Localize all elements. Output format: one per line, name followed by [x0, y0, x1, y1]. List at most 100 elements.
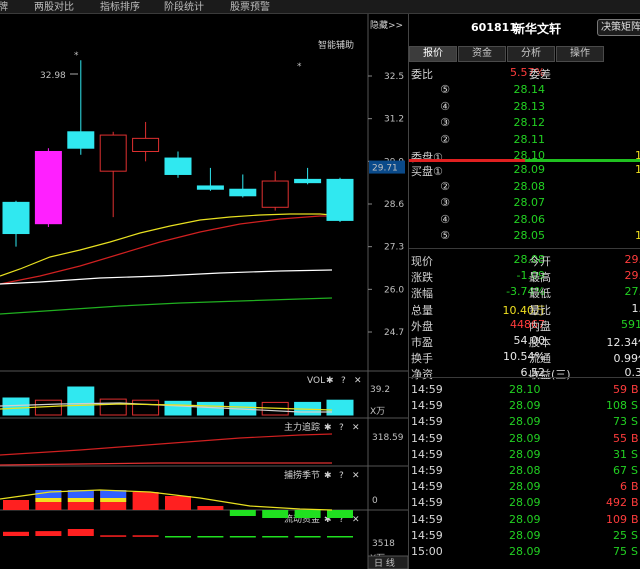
quote-label: 最低	[529, 287, 551, 301]
kline-chart-svg[interactable]: 隐藏>>智能辅助32.531.229.928.627.326.024.729.7…	[0, 14, 408, 569]
tick-row[interactable]: 14:59 28.09 108 S	[409, 398, 640, 414]
vol-axis-value: 39.2	[370, 385, 390, 395]
tick-side: S	[631, 447, 638, 461]
quote-row: 现价28.08今开29.3	[409, 252, 640, 268]
quote-label: 总量	[411, 303, 433, 317]
decision-matrix-button[interactable]: 决策矩阵	[597, 19, 640, 36]
top-menu-bar: 牌 两股对比 指标排序 阶段统计 股票预警	[0, 0, 640, 14]
sell-pressure-bar	[409, 159, 525, 162]
tick-row[interactable]: 14:59 28.09 6 B	[409, 479, 640, 495]
tick-row[interactable]: 14:59 28.09 55 B	[409, 431, 640, 447]
tick-volume: 73	[613, 415, 627, 429]
quote-value: 1.0	[631, 301, 640, 315]
quote-value: 27.9	[624, 285, 640, 299]
candle-body	[2, 201, 30, 235]
quote-label: 现价	[411, 255, 433, 268]
buy-level-row: 买盘① 28.09 15	[409, 162, 640, 178]
quote-label: 净资	[411, 368, 433, 382]
separator	[409, 248, 640, 249]
tick-row[interactable]: 14:59 28.09 109 B	[409, 512, 640, 528]
sell-level-row: ④ 28.13	[409, 99, 640, 115]
quote-row: 涨跌-1.09最高29.3	[409, 268, 640, 284]
ld-pane-close-icon[interactable]: ✕	[352, 515, 360, 525]
tick-time: 14:59	[411, 528, 443, 542]
stock-name: 新华文轩	[513, 22, 562, 36]
ld-bar	[100, 535, 127, 537]
tick-price: 28.09	[509, 415, 541, 429]
tick-price: 28.09	[509, 528, 541, 542]
ld-bar	[262, 536, 289, 538]
bz-pane-help-icon[interactable]: ?	[339, 471, 344, 481]
tick-price: 28.09	[509, 496, 541, 510]
quote-row: 换手10.54%流通0.99亿	[409, 349, 640, 365]
tick-volume: 59	[613, 383, 627, 396]
stock-header: 601811 新华文轩 决策矩阵	[409, 18, 640, 38]
tick-price: 28.09	[509, 512, 541, 526]
tab-analysis[interactable]: 分析	[507, 46, 555, 62]
tick-price: 28.09	[509, 399, 541, 413]
quote-row: 总量10.40万量比1.0	[409, 301, 640, 317]
ld-bar	[132, 535, 159, 537]
tick-row[interactable]: 14:59 28.09 492 B	[409, 495, 640, 511]
menu-item-compare[interactable]: 两股对比	[34, 0, 74, 13]
stock-code: 601811	[471, 21, 517, 34]
tick-volume: 67	[613, 464, 627, 477]
panel-tabs: 报价 资金 分析 操作	[409, 46, 640, 62]
tick-side: B	[631, 431, 639, 445]
quote-row: 市盈54.00股本12.34亿	[409, 333, 640, 349]
zl-pane-settings-icon[interactable]: ✱	[324, 423, 332, 433]
tick-time: 14:59	[411, 431, 443, 445]
menu-item-stage-stats[interactable]: 阶段统计	[164, 0, 204, 13]
bz-pane-close-icon[interactable]: ✕	[352, 471, 360, 481]
menu-item-stock-alert[interactable]: 股票预警	[230, 0, 270, 13]
volume-bar	[2, 397, 30, 416]
wei-cha-label: 委差	[529, 68, 551, 81]
collapse-panel-button[interactable]: 隐藏>>	[370, 19, 403, 31]
tick-row[interactable]: 15:00 28.09 75 S	[409, 544, 640, 560]
order-volume: 15	[635, 163, 640, 176]
tick-price: 28.10	[509, 383, 541, 396]
tick-price: 28.09	[509, 480, 541, 494]
current-price-value: 29.71	[372, 164, 398, 174]
order-price: 28.14	[513, 83, 546, 96]
tab-funds[interactable]: 资金	[458, 46, 506, 62]
zl-pane-help-icon[interactable]: ?	[339, 423, 344, 433]
quote-label: 最高	[529, 271, 551, 285]
vol-help-icon[interactable]: ?	[341, 376, 346, 386]
buy-pressure-bar	[525, 159, 640, 162]
menu-item-indicator-sort[interactable]: 指标排序	[100, 0, 140, 13]
tick-row[interactable]: 14:59 28.09 25 S	[409, 528, 640, 544]
tick-row[interactable]: 14:59 28.08 67 S	[409, 463, 640, 479]
order-level-label: ③	[440, 116, 450, 129]
order-level-label: ②	[440, 132, 450, 146]
tick-time: 14:59	[411, 496, 443, 510]
tick-row[interactable]: 14:59 28.09 31 S	[409, 447, 640, 463]
vol-close-icon[interactable]: ✕	[354, 376, 362, 386]
quote-panel: 601811 新华文轩 决策矩阵 报价 资金 分析 操作 委比5.57%委差4 ⑤…	[408, 14, 640, 569]
volume-bar	[99, 398, 127, 416]
candle-body	[67, 131, 95, 149]
candle-body	[132, 137, 160, 152]
tick-volume: 108	[606, 399, 627, 413]
menu-item-0[interactable]: 牌	[0, 0, 8, 13]
tab-quote[interactable]: 报价	[409, 46, 457, 62]
candle-body	[34, 150, 62, 225]
buy-level-row: ②28.082	[409, 179, 640, 195]
tick-time: 14:59	[411, 399, 443, 413]
bz-pane-settings-icon[interactable]: ✱	[324, 471, 332, 481]
indicator-title: 智能辅助	[318, 39, 354, 51]
candle-body	[261, 180, 289, 208]
tick-row[interactable]: 14:59 28.10 59 B	[409, 382, 640, 398]
tick-row[interactable]: 14:59 28.09 73 S	[409, 414, 640, 430]
order-price: 28.06	[513, 212, 546, 226]
tab-operate[interactable]: 操作	[556, 46, 604, 62]
bz-bar-yellow	[100, 498, 127, 502]
kline-chart-area[interactable]: 隐藏>>智能辅助32.531.229.928.627.326.024.729.7…	[0, 14, 408, 569]
vol-settings-icon[interactable]: ✱	[326, 376, 334, 386]
order-price: 28.07	[513, 196, 546, 209]
tick-time: 14:59	[411, 480, 443, 494]
quote-row: 净资6.52收益(三)0.39	[409, 365, 640, 381]
zl-pane-close-icon[interactable]: ✕	[352, 423, 360, 433]
order-level-label: ⑤	[440, 83, 450, 96]
quote-value: 29.3	[624, 269, 640, 283]
